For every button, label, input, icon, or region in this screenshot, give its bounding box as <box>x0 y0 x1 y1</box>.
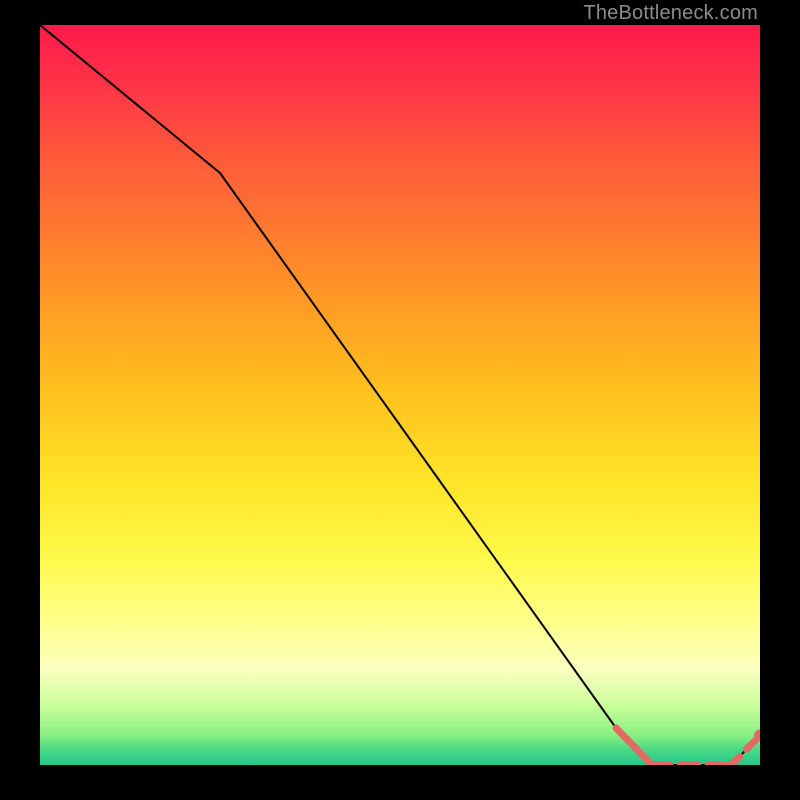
chart-frame: TheBottleneck.com <box>0 0 800 800</box>
plot-area <box>40 25 760 765</box>
watermark-text: TheBottleneck.com <box>583 2 758 25</box>
main-curve-line <box>40 25 760 765</box>
chart-svg <box>40 25 760 765</box>
highlight-segment-group <box>616 728 760 765</box>
